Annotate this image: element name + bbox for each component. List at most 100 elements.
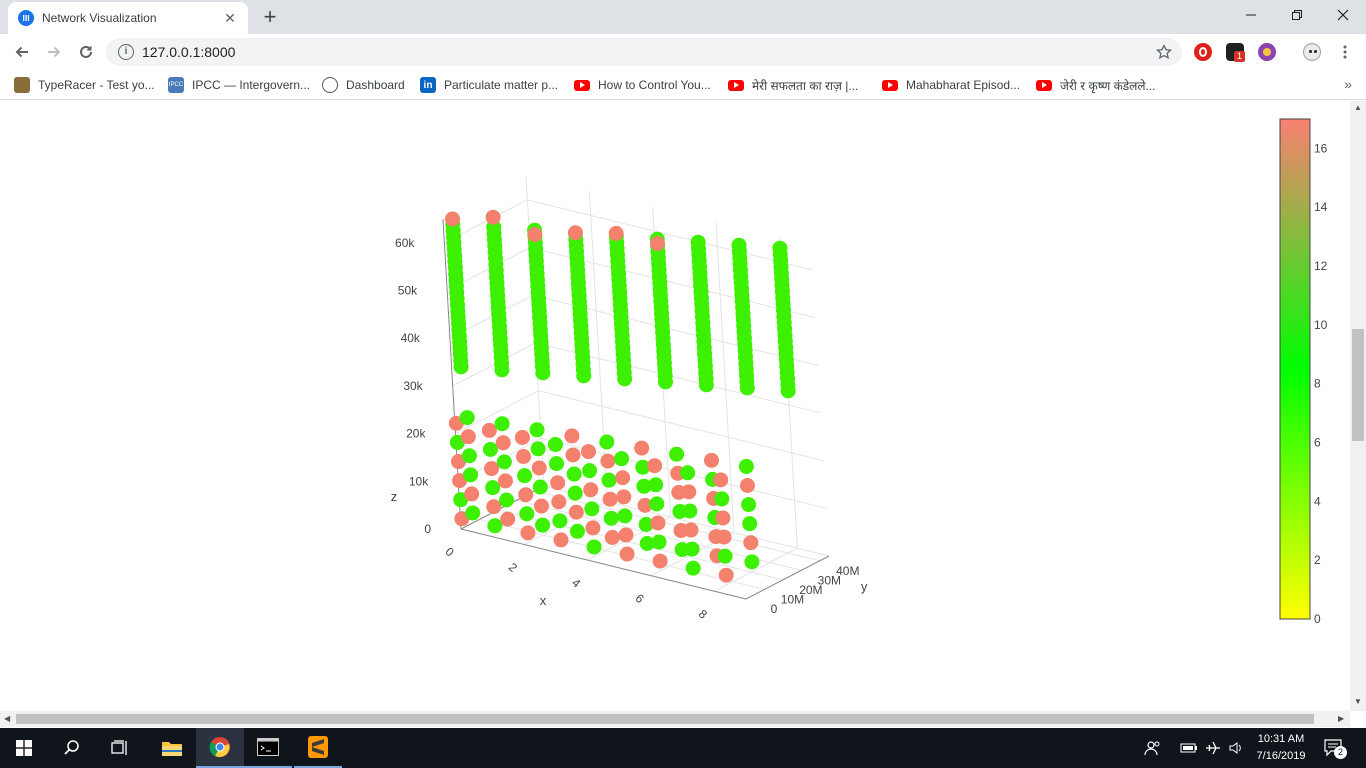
minimize-button[interactable] [1228,0,1274,30]
data-point [515,449,531,465]
bookmarks-bar: TypeRacer - Test yo... IPCC IPCC — Inter… [0,70,1366,100]
extension-badge: 1 [1234,51,1246,62]
bookmark-youtube-1[interactable]: How to Control You... [574,76,711,94]
windows-taskbar: 10:31 AM 7/16/2019 2 [0,728,1366,768]
scroll-right-arrow-icon[interactable]: ▶ [1338,714,1344,723]
scroll-left-arrow-icon[interactable]: ◀ [4,714,10,723]
colorbar-tick-label: 16 [1314,141,1328,155]
back-arrow-icon [15,46,28,58]
network-favicon-icon [18,10,34,26]
ipcc-icon: IPCC [168,77,184,93]
colorbar-tick-label: 4 [1314,494,1321,508]
chrome-menu-button[interactable] [1332,39,1358,65]
data-point [604,529,620,545]
data-point [531,460,547,476]
z-axis-title: z [391,489,398,504]
chrome-taskbar-button[interactable] [196,728,244,768]
data-point [584,501,600,517]
scroll-down-arrow-icon[interactable]: ▼ [1354,697,1362,706]
data-point [648,477,664,493]
film-extension-icon[interactable] [1258,43,1276,61]
search-icon [64,740,79,755]
data-point [603,510,619,526]
reload-button[interactable] [73,39,99,65]
bookmark-youtube-4[interactable]: जेरी र कृष्ण कंडेलले... [1036,76,1156,94]
data-point [741,497,757,513]
bookmark-star-icon[interactable] [1156,44,1172,60]
profile-avatar[interactable] [1303,43,1321,61]
horizontal-scrollbar[interactable]: ◀ ▶ [0,711,1350,727]
back-button[interactable] [9,39,35,65]
reload-icon [80,45,92,58]
data-point [739,478,755,494]
terminal-taskbar-button[interactable] [244,728,292,768]
tab-close-icon[interactable]: ✕ [222,10,238,26]
address-bar[interactable]: i 127.0.0.1:8000 [106,38,1182,66]
chrome-icon [209,737,230,758]
people-icon[interactable] [1144,728,1162,768]
bookmarks-overflow-button[interactable]: » [1344,76,1352,92]
bookmark-label: जेरी र कृष्ण कंडेलले... [1060,78,1156,93]
x-tick-label: 0 [443,544,457,559]
data-point [716,529,732,545]
sublime-taskbar-button[interactable] [294,728,342,768]
z-tick-label: 20k [406,427,426,441]
data-point [634,440,650,456]
colorbar-tick-label: 10 [1314,318,1328,332]
bookmark-typeracer[interactable]: TypeRacer - Test yo... [14,76,155,94]
bookmark-youtube-2[interactable]: मेरी सफलता का राज़ |... [728,76,858,94]
file-explorer-button[interactable] [148,728,196,768]
close-window-button[interactable] [1320,0,1366,30]
horizontal-scroll-thumb[interactable] [16,714,1314,724]
bookmark-label: TypeRacer - Test yo... [38,78,155,92]
data-point [553,532,569,548]
data-point [616,489,632,505]
z-tick-label: 0 [424,522,431,536]
data-point [551,494,567,510]
notification-count-badge: 2 [1334,746,1347,759]
data-point [460,429,476,445]
restore-button[interactable] [1274,0,1320,30]
airplane-mode-icon[interactable] [1204,728,1222,768]
colorbar-tick-label: 8 [1314,377,1321,391]
opera-adblock-icon[interactable] [1194,43,1212,61]
data-point [650,515,666,531]
data-point [461,448,477,464]
system-clock[interactable]: 10:31 AM 7/16/2019 [1246,731,1316,765]
data-point [669,446,685,462]
bookmark-particulate[interactable]: in Particulate matter p... [420,76,558,94]
task-view-button[interactable] [96,728,144,768]
new-tab-button[interactable]: + [258,6,282,30]
vertical-scrollbar[interactable]: ▲ ▼ [1350,101,1366,711]
data-point [496,454,512,470]
battery-icon[interactable] [1180,728,1198,768]
data-point [550,475,566,491]
data-point [680,465,696,481]
more-vertical-icon [1343,45,1347,59]
scatter-3d-plot[interactable]: 010k20k30k40k50k60k02468 010M20M30M40Mzxy… [0,101,1350,711]
volume-icon[interactable] [1228,728,1244,768]
data-point [683,522,699,538]
bookmark-youtube-3[interactable]: Mahabharat Episod... [882,76,1020,94]
site-info-icon[interactable]: i [118,44,134,60]
scroll-up-arrow-icon[interactable]: ▲ [1354,103,1362,112]
data-point [599,434,615,450]
bookmark-dashboard[interactable]: Dashboard [322,76,405,94]
forward-button[interactable] [41,39,67,65]
tab-network-visualization[interactable]: Network Visualization ✕ [8,2,248,34]
data-point [497,473,513,489]
extension-icon[interactable]: 1 [1226,43,1246,62]
typeracer-icon [14,77,30,93]
x-tick-label: 8 [696,607,710,622]
action-center-icon[interactable]: 2 [1324,728,1347,768]
colorbar-tick-label: 12 [1314,259,1328,273]
search-button[interactable] [48,728,96,768]
bookmark-ipcc[interactable]: IPCC IPCC — Intergovern... [168,76,310,94]
data-point [519,506,535,522]
data-point [602,491,618,507]
data-point [529,422,545,438]
start-button[interactable] [0,728,48,768]
youtube-icon [882,79,898,91]
data-point [600,453,616,469]
vertical-scroll-thumb[interactable] [1352,329,1364,441]
